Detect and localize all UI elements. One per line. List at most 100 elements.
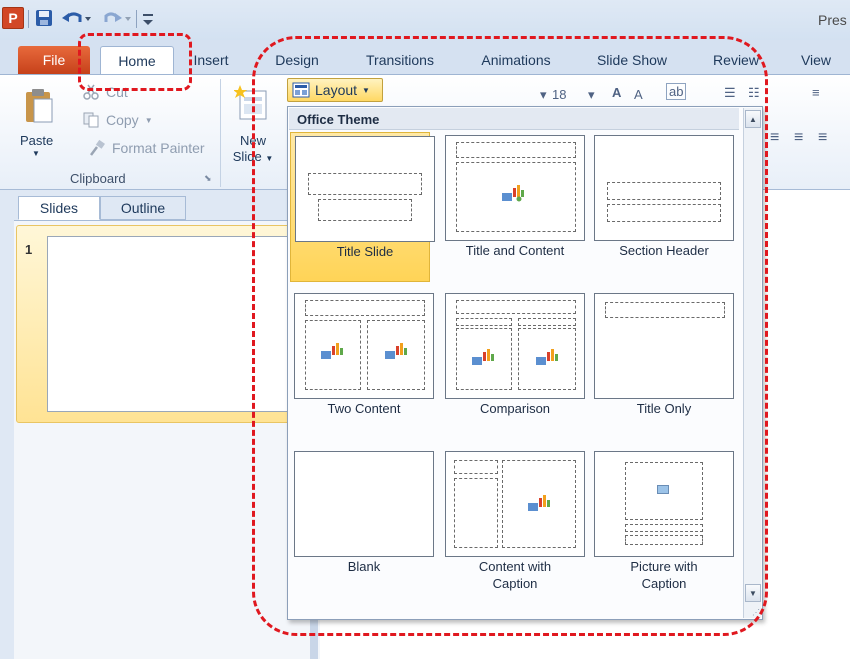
clipboard-dialog-launcher-icon[interactable]: ⬊ (204, 173, 212, 184)
layout-thumbnail (445, 293, 585, 399)
format-painter-button[interactable]: Format Painter (88, 137, 205, 159)
title-placeholder (456, 142, 576, 158)
content-icons (536, 349, 558, 365)
layout-option-title-and-content[interactable]: Title and Content (441, 132, 585, 282)
layout-option-title-only[interactable]: Title Only (590, 290, 734, 440)
scissors-icon (83, 84, 99, 100)
font-size-arrow-icon[interactable]: ▾ (588, 87, 595, 103)
redo-icon[interactable] (100, 8, 134, 28)
cut-button[interactable]: Cut (82, 81, 128, 103)
save-icon[interactable] (34, 8, 54, 28)
layout-thumbnail (295, 136, 435, 242)
layout-thumbnail (445, 451, 585, 557)
layout-label: Blank (347, 559, 381, 574)
slides-list: 1 (14, 220, 320, 659)
content-icons (385, 343, 407, 359)
undo-icon[interactable] (60, 8, 94, 28)
powerpoint-logo-letter: P (8, 10, 18, 26)
layout-thumbnail (594, 135, 734, 241)
quick-access-separator (136, 10, 137, 28)
tab-home[interactable]: Home (100, 46, 174, 75)
tab-file[interactable]: File (18, 46, 90, 74)
paste-label: Paste (20, 133, 54, 148)
tab-review[interactable]: Review (708, 46, 764, 74)
new-slide-label-line1: New (239, 133, 266, 148)
caption-text-placeholder (625, 535, 703, 545)
shrink-font-icon[interactable]: A (634, 87, 643, 102)
paste-dropdown-arrow-icon[interactable]: ▼ (32, 149, 40, 158)
new-slide-label-line2-text: Slide (232, 149, 262, 164)
layout-label: Title and Content (465, 243, 565, 258)
copy-button[interactable]: Copy ▼ (82, 109, 153, 131)
layout-thumbnail (594, 293, 734, 399)
paintbrush-icon (90, 139, 105, 156)
powerpoint-logo-icon[interactable]: P (2, 7, 24, 29)
font-size-value[interactable]: 18 (552, 87, 566, 102)
tab-insert[interactable]: Insert (186, 46, 236, 74)
clear-formatting-icon[interactable]: ab (666, 83, 687, 100)
layout-thumbnail (445, 135, 585, 241)
caption-title-placeholder (454, 460, 498, 474)
scroll-up-icon[interactable]: ▲ (745, 110, 761, 128)
copy-label: Copy (106, 112, 139, 128)
paste-button[interactable]: Paste ▼ (10, 81, 66, 167)
layout-label: Two Content (327, 401, 401, 416)
layout-label: Comparison (479, 401, 551, 416)
copy-dropdown-icon[interactable]: ▼ (145, 116, 153, 125)
slide-thumbnail[interactable] (47, 236, 317, 412)
cut-label: Cut (106, 84, 128, 100)
layout-option-two-content[interactable]: Two Content (290, 290, 434, 440)
tab-view[interactable]: View (796, 46, 836, 74)
bullets-icon[interactable]: ☰ (724, 85, 736, 101)
layout-option-picture-with-caption[interactable]: Picture with Caption (590, 448, 734, 598)
title-placeholder (308, 173, 422, 195)
layout-thumbnail (594, 451, 734, 557)
layout-thumbnail (294, 451, 434, 557)
font-size-dropdown-icon[interactable]: ▾ (540, 87, 547, 103)
layout-option-comparison[interactable]: Comparison (441, 290, 585, 440)
title-bar: P Pres (0, 0, 850, 40)
format-painter-label: Format Painter (112, 140, 205, 156)
gallery-scrollbar[interactable]: ▲ ▼ (743, 108, 761, 618)
layout-button[interactable]: Layout ▼ (287, 78, 383, 102)
grow-font-icon[interactable]: A (612, 85, 621, 100)
align-right-icon[interactable]: ≡ (794, 129, 803, 147)
justify-icon[interactable]: ≡ (818, 129, 827, 147)
quick-access-separator (28, 10, 29, 28)
line-spacing-icon[interactable]: ≡ (812, 85, 820, 100)
align-center-icon[interactable]: ≡ (770, 129, 779, 147)
layout-dropdown-icon: ▼ (362, 85, 370, 95)
numbering-icon[interactable]: ☷ (748, 85, 760, 101)
section-title-placeholder (607, 182, 721, 200)
clipboard-group-label: Clipboard (70, 171, 126, 186)
tab-slides[interactable]: Slides (18, 196, 100, 220)
layout-option-blank[interactable]: Blank (290, 448, 434, 598)
tab-animations[interactable]: Animations (474, 46, 558, 74)
tab-transitions[interactable]: Transitions (358, 46, 442, 74)
content-icons (472, 349, 494, 365)
new-slide-label-line2: Slide ▼ (226, 149, 280, 167)
customize-quick-access-icon[interactable] (140, 8, 156, 28)
layout-label: Section Header (619, 243, 709, 258)
tab-slide-show[interactable]: Slide Show (590, 46, 674, 74)
slide-number: 1 (25, 242, 33, 257)
caption-title-placeholder (625, 524, 703, 532)
tab-outline[interactable]: Outline (100, 196, 186, 220)
layout-label: Picture with Caption (630, 559, 698, 591)
section-text-placeholder (607, 204, 721, 222)
scroll-down-icon[interactable]: ▼ (745, 584, 761, 602)
group-separator (220, 79, 221, 187)
slide-thumbnail-selected[interactable]: 1 (16, 225, 317, 423)
layout-option-section-header[interactable]: Section Header (590, 132, 734, 282)
caption-text-placeholder (454, 478, 498, 548)
layout-option-content-with-caption[interactable]: Content with Caption (441, 448, 585, 598)
layout-label: Title Slide (336, 244, 394, 259)
new-slide-button[interactable]: New Slide ▼ (226, 81, 280, 167)
tab-design[interactable]: Design (268, 46, 326, 74)
resize-grip-icon[interactable]: ⋰ (752, 608, 760, 617)
layout-option-title-slide[interactable]: Title Slide (290, 132, 435, 282)
subtitle-placeholder (318, 199, 412, 221)
title-placeholder (605, 302, 725, 318)
right-heading-placeholder (518, 318, 576, 326)
copy-icon (83, 112, 99, 128)
